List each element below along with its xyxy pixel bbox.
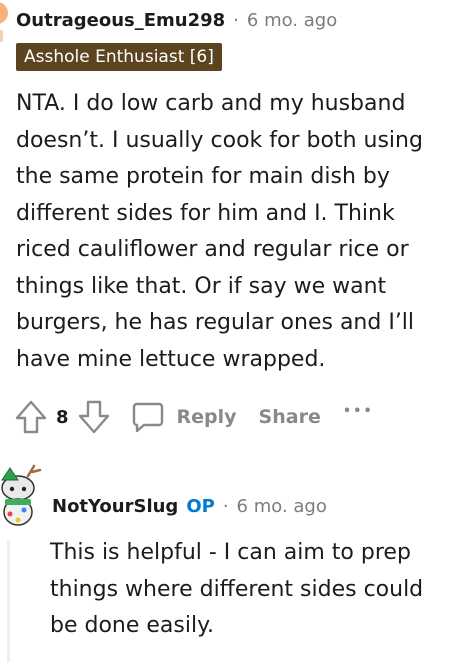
downvote-icon[interactable]	[77, 399, 111, 435]
upvote-icon[interactable]	[14, 399, 48, 435]
share-button[interactable]: Share	[259, 406, 321, 428]
username[interactable]: Outrageous_Emu298	[16, 10, 225, 31]
username[interactable]: NotYourSlug	[52, 496, 178, 517]
more-options-icon[interactable]: •••	[343, 404, 374, 419]
comment-actions: 8 Reply Share •••	[14, 397, 374, 437]
thread-line[interactable]	[0, 30, 3, 42]
comment-header: Outrageous_Emu298 · 6 mo. ago	[16, 7, 337, 33]
comment-body: NTA. I do low carb and my husband doesn’…	[16, 91, 423, 372]
op-badge: OP	[186, 495, 215, 517]
comment-thread: Outrageous_Emu298 · 6 mo. ago Asshole En…	[0, 0, 459, 662]
comment-icon[interactable]	[131, 400, 165, 434]
reply-body: This is helpful - I can aim to prep thin…	[50, 540, 424, 638]
user-flair: Asshole Enthusiast [6]	[16, 43, 222, 71]
vote-count: 8	[56, 406, 69, 428]
avatar[interactable]	[0, 462, 42, 528]
reply-button[interactable]: Reply	[177, 406, 237, 428]
reply-header: NotYourSlug OP · 6 mo. ago	[52, 493, 327, 519]
separator: ·	[222, 495, 229, 517]
timestamp[interactable]: 6 mo. ago	[247, 10, 337, 31]
avatar[interactable]	[0, 2, 8, 24]
thread-line[interactable]	[7, 540, 10, 662]
separator: ·	[233, 9, 239, 31]
timestamp[interactable]: 6 mo. ago	[237, 496, 327, 517]
